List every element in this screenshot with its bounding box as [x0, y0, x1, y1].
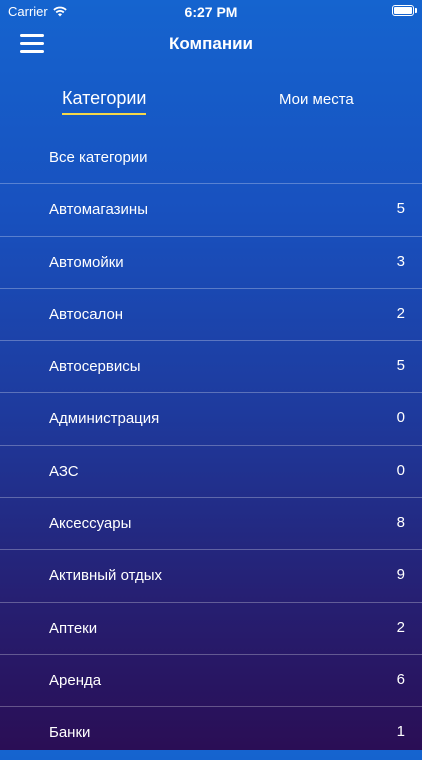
tab-categories-label: Категории — [62, 88, 147, 108]
category-count: 0 — [396, 461, 405, 479]
tab-categories[interactable]: Категории — [62, 88, 147, 115]
category-list: Все категории Автомагазины 5 Автомойки 3… — [0, 132, 422, 760]
category-label: Автомагазины — [49, 201, 148, 219]
category-label: Все категории — [49, 149, 148, 166]
category-count: 3 — [396, 252, 405, 270]
category-label: Автосервисы — [49, 358, 141, 376]
list-item[interactable]: Автомагазины 5 — [0, 184, 422, 237]
status-time: 6:27 PM — [184, 4, 238, 20]
category-count: 8 — [396, 514, 405, 532]
category-label: Администрация — [49, 410, 160, 428]
category-count: 5 — [396, 357, 405, 375]
category-count: 6 — [396, 670, 405, 688]
list-item[interactable]: Администрация 0 — [0, 393, 422, 446]
list-item[interactable]: Автосалон 2 — [0, 289, 422, 342]
category-label: Автосалон — [49, 305, 124, 323]
status-bar: Carrier 6:27 PM — [0, 0, 422, 22]
category-count: 0 — [396, 409, 405, 427]
list-item[interactable]: Аптеки 2 — [0, 603, 422, 655]
category-label: Банки — [49, 724, 91, 742]
list-item[interactable]: Автосервисы 5 — [0, 341, 422, 394]
battery-nub — [415, 8, 417, 13]
list-item[interactable]: Аксессуары 8 — [0, 498, 422, 551]
list-item[interactable]: Все категории — [0, 132, 422, 185]
category-count: 2 — [396, 618, 405, 636]
navigation-bar: Компании — [0, 22, 422, 66]
list-item[interactable]: Активный отдых 9 — [0, 550, 422, 603]
category-label: Аренда — [49, 671, 102, 689]
segment-tabs: Категории Мои места — [0, 66, 422, 132]
tab-my-places[interactable]: Мои места — [279, 91, 354, 108]
active-tab-underline — [62, 113, 147, 115]
category-label: Активный отдых — [49, 567, 162, 585]
battery-icon — [392, 5, 414, 16]
category-count: 2 — [396, 304, 405, 322]
list-item[interactable]: Банки 1 — [0, 707, 422, 759]
tab-my-places-label: Мои места — [279, 91, 354, 108]
list-item[interactable]: АЗС 0 — [0, 446, 422, 499]
category-count: 1 — [396, 723, 405, 741]
category-label: Аптеки — [49, 619, 98, 637]
category-label: АЗС — [49, 462, 79, 480]
list-item[interactable]: Автомойки 3 — [0, 237, 422, 289]
page-title: Компании — [168, 34, 253, 53]
category-label: Аксессуары — [49, 515, 132, 533]
list-item[interactable]: Аренда 6 — [0, 655, 422, 708]
category-label: Автомойки — [49, 253, 124, 271]
category-count: 5 — [396, 200, 405, 218]
category-count: 9 — [396, 566, 405, 584]
